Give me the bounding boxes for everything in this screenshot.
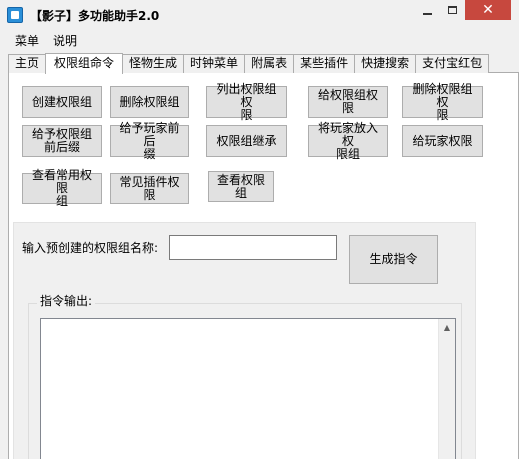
close-button[interactable]: ✕: [465, 0, 511, 20]
menu-item-help[interactable]: 说明: [46, 31, 84, 51]
command-output-textarea[interactable]: ▲: [40, 318, 456, 459]
generate-command-button[interactable]: 生成指令: [349, 235, 438, 284]
menu-item-menu[interactable]: 菜单: [8, 31, 46, 51]
add-player-to-group-button[interactable]: 将玩家放入权 限组: [308, 121, 388, 160]
tab-plugins[interactable]: 某些插件: [293, 54, 356, 73]
tab-clock-menu[interactable]: 时钟菜单: [183, 54, 246, 73]
tab-home[interactable]: 主页: [8, 54, 47, 73]
close-icon: ✕: [482, 2, 494, 18]
tab-permission-group[interactable]: 权限组命令: [45, 53, 124, 74]
tab-alipay[interactable]: 支付宝红包: [415, 54, 490, 73]
give-group-prefix-button[interactable]: 给予权限组 前后缀: [22, 125, 102, 157]
tab-quick-search[interactable]: 快捷搜索: [354, 54, 417, 73]
view-common-groups-button[interactable]: 查看常用权限 组: [22, 169, 102, 208]
title-bar: 【影子】多功能助手2.0 ✕: [0, 0, 519, 30]
window-title: 【影子】多功能助手2.0: [30, 9, 160, 23]
maximize-icon: [448, 6, 457, 14]
output-label: 指令输出:: [37, 292, 96, 309]
tab-strip: 主页 权限组命令 怪物生成 时钟菜单 附属表 某些插件 快捷搜索 支付宝红包: [8, 53, 490, 74]
minimize-button[interactable]: [414, 0, 440, 20]
give-player-prefix-button[interactable]: 给予玩家前后 缀: [110, 121, 189, 160]
tab-monster-spawn[interactable]: 怪物生成: [122, 54, 185, 73]
view-groups-button[interactable]: 查看权限组: [208, 171, 274, 202]
app-window: 【影子】多功能助手2.0 ✕ 菜单 说明 主页 权限组命令 怪物生成 时钟菜单 …: [0, 0, 519, 459]
maximize-button[interactable]: [440, 0, 465, 20]
give-player-perm-button[interactable]: 给玩家权限: [402, 125, 483, 157]
give-group-perm-button[interactable]: 给权限组权限: [308, 86, 388, 118]
group-inherit-button[interactable]: 权限组继承: [206, 125, 287, 157]
list-group-perms-button[interactable]: 列出权限组权 限: [206, 82, 287, 121]
minimize-icon: [422, 13, 432, 15]
group-name-label: 输入预创建的权限组名称:: [22, 241, 159, 255]
scroll-up-icon[interactable]: ▲: [439, 319, 455, 336]
create-group-button[interactable]: 创建权限组: [22, 86, 102, 118]
output-scrollbar[interactable]: ▲: [438, 319, 455, 459]
delete-group-perm-button[interactable]: 删除权限组权 限: [402, 82, 483, 121]
app-icon: [7, 7, 23, 23]
common-plugin-perms-button[interactable]: 常见插件权限: [110, 173, 189, 204]
group-name-input[interactable]: [169, 235, 337, 260]
delete-group-button[interactable]: 删除权限组: [110, 86, 189, 118]
tab-attachment[interactable]: 附属表: [244, 54, 295, 73]
menu-bar: 菜单 说明: [8, 31, 84, 51]
